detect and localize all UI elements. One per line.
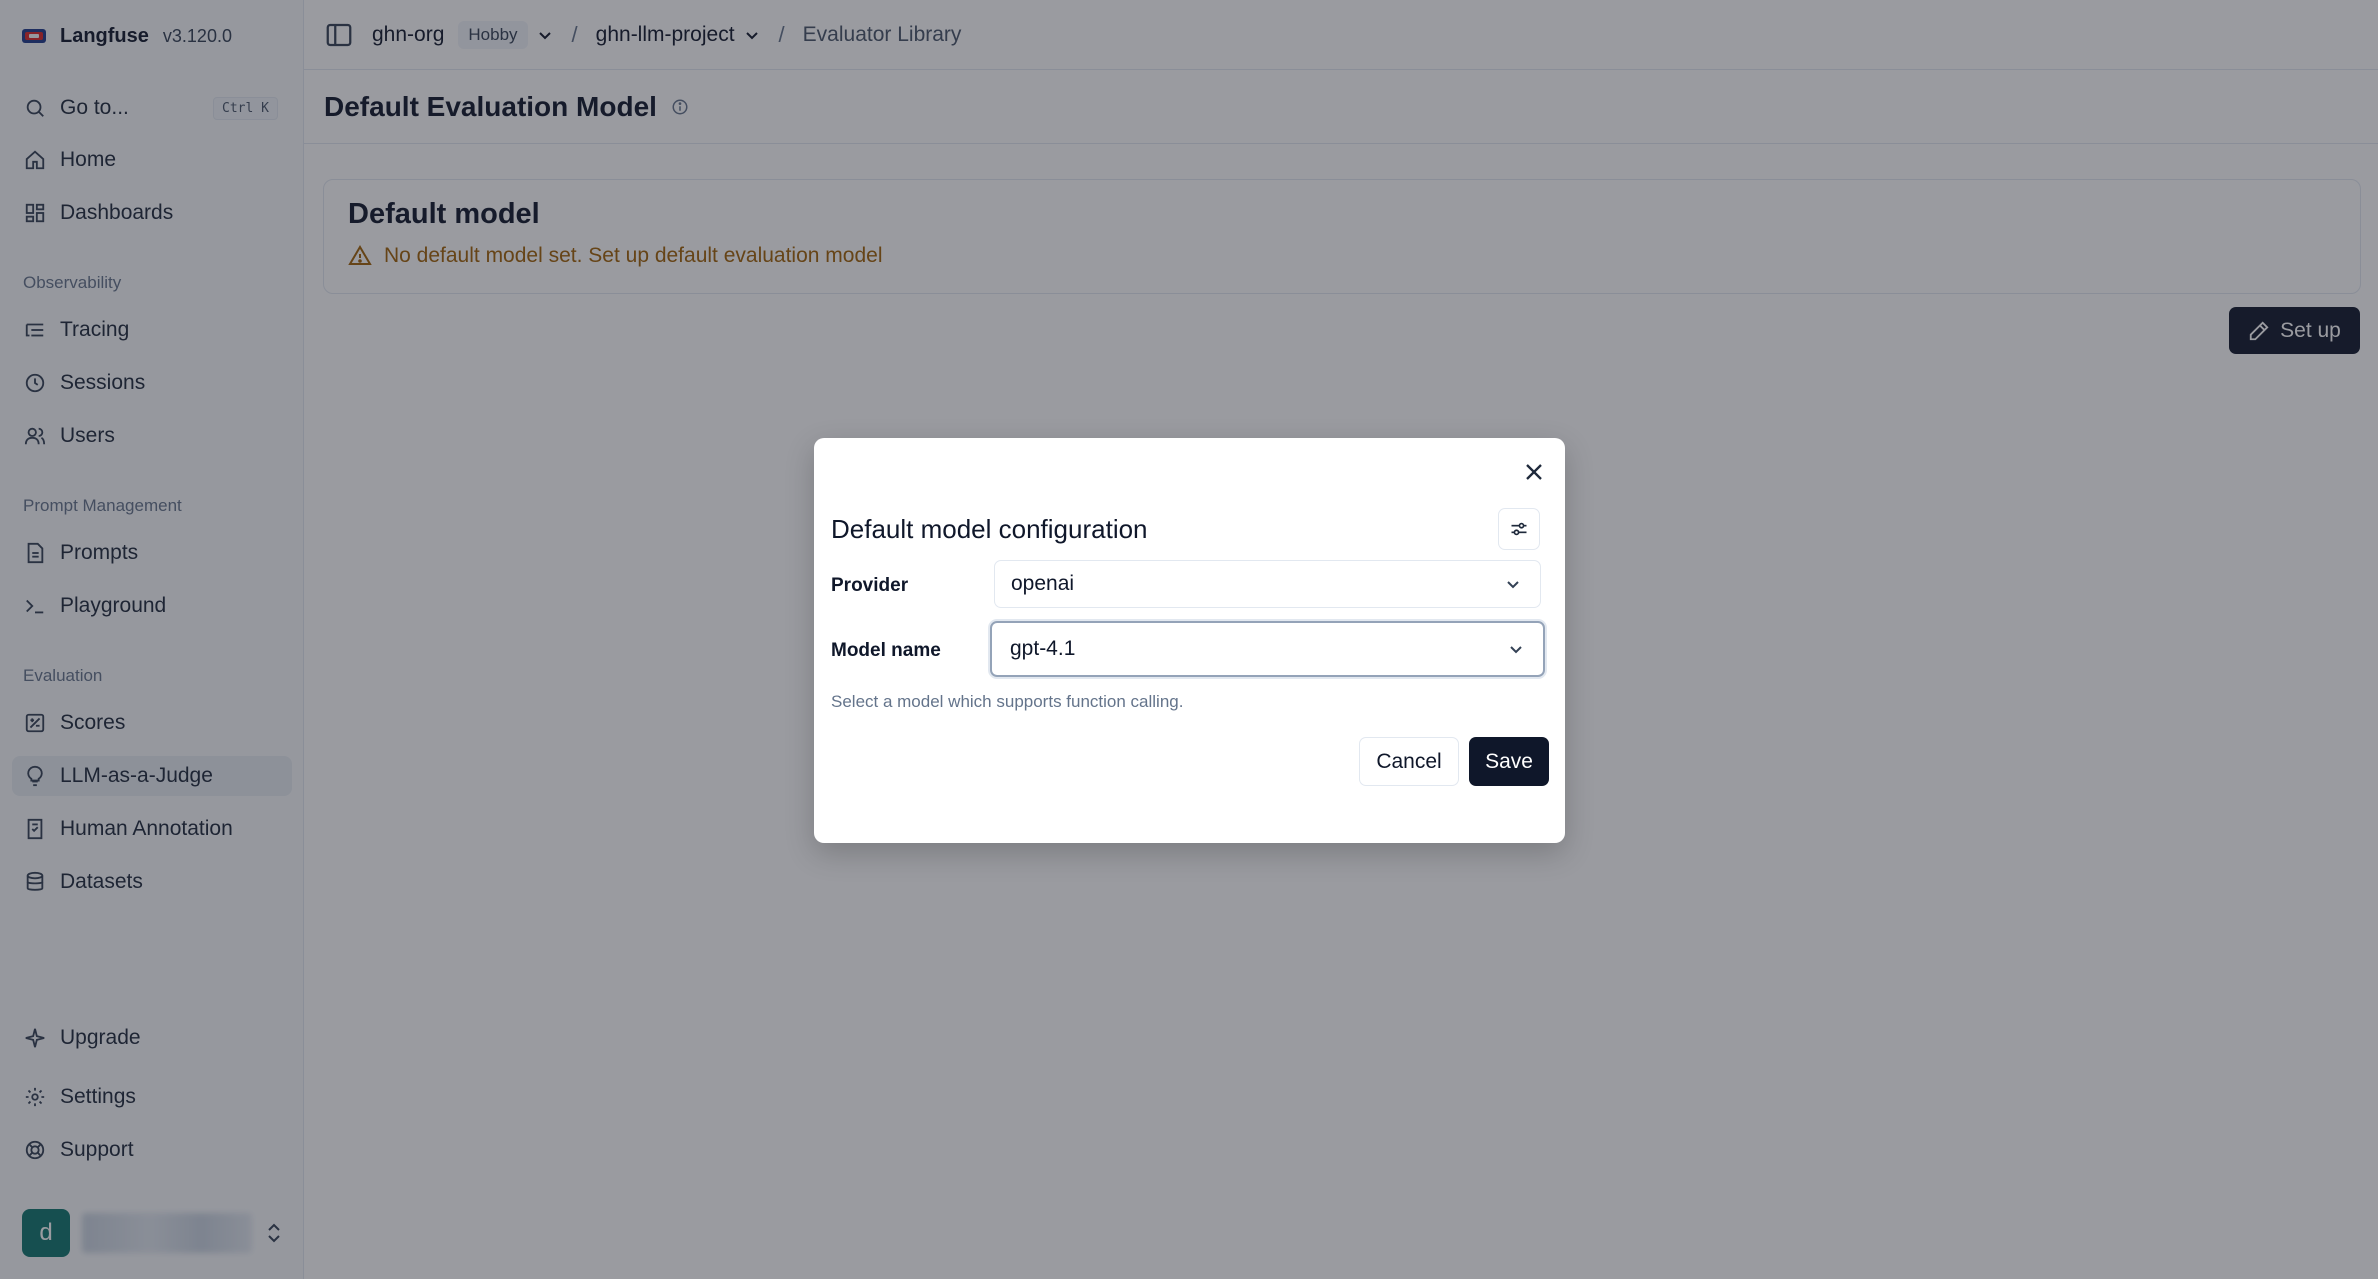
model-name-value: gpt-4.1 (1010, 637, 1076, 660)
close-icon[interactable] (1520, 458, 1548, 486)
sliders-icon (1511, 522, 1527, 536)
model-name-select[interactable]: gpt-4.1 (990, 621, 1545, 677)
provider-select[interactable]: openai (994, 560, 1541, 608)
chevron-down-icon (1507, 581, 1519, 589)
default-model-dialog: Default model configuration Provider ope… (814, 438, 1565, 843)
provider-label: Provider (831, 575, 909, 596)
provider-value: openai (1011, 572, 1075, 595)
dialog-title: Default model configuration (831, 514, 1148, 544)
model-helper-text: Select a model which supports function c… (831, 692, 1184, 711)
chevron-down-icon (1510, 646, 1522, 654)
save-button[interactable]: Save (1469, 737, 1549, 786)
model-name-label: Model name (831, 640, 941, 661)
model-settings-button[interactable] (1498, 508, 1540, 550)
cancel-button[interactable]: Cancel (1359, 737, 1459, 786)
